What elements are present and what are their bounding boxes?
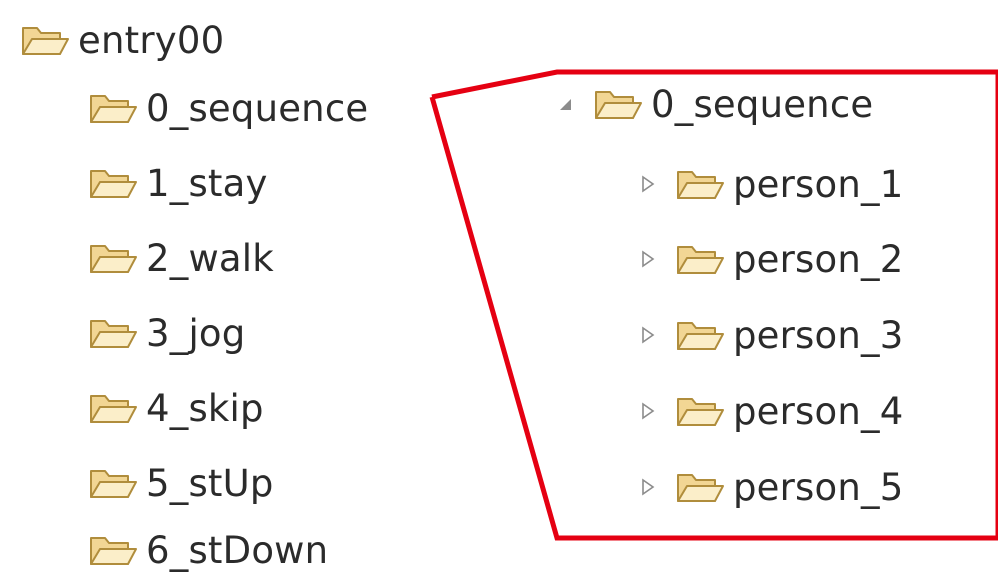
tree-item-1-stay[interactable]: 1_stay bbox=[88, 153, 268, 213]
collapsed-triangle-icon[interactable] bbox=[637, 400, 659, 422]
folder-open-icon bbox=[88, 388, 138, 428]
folder-open-icon bbox=[675, 467, 725, 507]
folder-open-icon bbox=[88, 238, 138, 278]
tree-item-label: person_3 bbox=[733, 313, 904, 357]
tree-item-label: 0_sequence bbox=[651, 82, 874, 126]
tree-item-person-5[interactable]: person_5 bbox=[637, 457, 903, 517]
expanded-triangle-icon[interactable] bbox=[555, 93, 577, 115]
tree-item-label: 4_skip bbox=[146, 386, 264, 430]
collapsed-triangle-icon[interactable] bbox=[637, 324, 659, 346]
tree-item-person-3[interactable]: person_3 bbox=[637, 305, 903, 365]
folder-open-icon bbox=[88, 313, 138, 353]
folder-open-icon bbox=[88, 88, 138, 128]
tree-item-label: 5_stUp bbox=[146, 461, 274, 505]
folder-open-icon bbox=[593, 84, 643, 124]
tree-item-label: 6_stDown bbox=[146, 528, 329, 572]
tree-item-4-skip[interactable]: 4_skip bbox=[88, 378, 264, 438]
folder-open-icon bbox=[88, 163, 138, 203]
folder-open-icon bbox=[675, 239, 725, 279]
tree-item-label: person_1 bbox=[733, 162, 904, 206]
collapsed-triangle-icon[interactable] bbox=[637, 248, 659, 270]
folder-open-icon bbox=[88, 530, 138, 570]
folder-open-icon bbox=[675, 164, 725, 204]
tree-item-5-stup[interactable]: 5_stUp bbox=[88, 453, 274, 513]
tree-item-person-4[interactable]: person_4 bbox=[637, 381, 903, 441]
folder-open-icon bbox=[88, 463, 138, 503]
folder-open-icon bbox=[675, 315, 725, 355]
tree-item-label: 2_walk bbox=[146, 236, 274, 280]
tree-item-label: person_2 bbox=[733, 237, 904, 281]
folder-open-icon bbox=[675, 391, 725, 431]
tree-item-label: 0_sequence bbox=[146, 86, 369, 130]
tree-item-label: 1_stay bbox=[146, 161, 268, 205]
tree-item-entry00[interactable]: entry00 bbox=[20, 10, 224, 70]
tree-item-label: person_5 bbox=[733, 465, 904, 509]
folder-open-icon bbox=[20, 20, 70, 60]
tree-item-3-jog[interactable]: 3_jog bbox=[88, 303, 245, 363]
tree-item-0-sequence-expanded[interactable]: 0_sequence bbox=[555, 74, 873, 134]
tree-item-6-stdown[interactable]: 6_stDown bbox=[88, 520, 328, 580]
collapsed-triangle-icon[interactable] bbox=[637, 173, 659, 195]
tree-item-label: 3_jog bbox=[146, 311, 246, 355]
tree-item-2-walk[interactable]: 2_walk bbox=[88, 228, 274, 288]
tree-item-label: person_4 bbox=[733, 389, 904, 433]
collapsed-triangle-icon[interactable] bbox=[637, 476, 659, 498]
tree-item-person-2[interactable]: person_2 bbox=[637, 229, 903, 289]
tree-item-label: entry00 bbox=[78, 18, 225, 62]
tree-item-person-1[interactable]: person_1 bbox=[637, 154, 903, 214]
tree-item-0-sequence[interactable]: 0_sequence bbox=[88, 78, 368, 138]
